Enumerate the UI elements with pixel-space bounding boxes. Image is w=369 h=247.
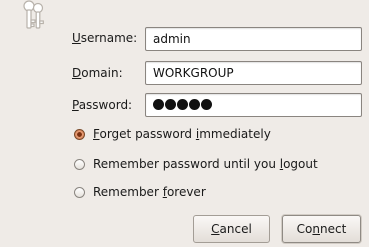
cancel-button-label: Cancel xyxy=(211,222,252,236)
password-dot xyxy=(189,99,200,110)
domain-field[interactable]: WORKGROUP xyxy=(145,61,362,85)
radio-button[interactable] xyxy=(74,186,85,198)
password-dot xyxy=(201,99,212,110)
password-dot xyxy=(177,99,188,110)
radio-label: Remember forever xyxy=(93,185,206,199)
radio-label: Forget password immediately xyxy=(93,127,271,141)
connect-button[interactable]: Connect xyxy=(282,215,361,243)
domain-label: Domain: xyxy=(72,66,123,80)
password-mask xyxy=(153,99,213,113)
radio-label: Remember password until you logout xyxy=(93,157,318,171)
password-field[interactable] xyxy=(145,93,362,117)
password-dot xyxy=(153,99,164,110)
username-label: Username: xyxy=(72,31,138,45)
radio-remember-until-logout[interactable]: Remember password until you logout xyxy=(74,156,318,172)
radio-button[interactable] xyxy=(74,128,85,140)
password-label: Password: xyxy=(72,98,133,112)
keys-icon xyxy=(23,0,44,29)
radio-forget-immediately[interactable]: Forget password immediately xyxy=(74,126,271,142)
cancel-button[interactable]: Cancel xyxy=(193,215,270,243)
domain-value: WORKGROUP xyxy=(153,66,234,80)
connect-button-label: Connect xyxy=(296,222,347,236)
password-dot xyxy=(165,99,176,110)
username-field[interactable]: admin xyxy=(145,27,362,51)
connect-dialog: Username: admin Domain: WORKGROUP Passwo… xyxy=(0,0,369,247)
radio-button[interactable] xyxy=(74,158,85,170)
radio-remember-forever[interactable]: Remember forever xyxy=(74,184,206,200)
username-value: admin xyxy=(153,32,191,46)
